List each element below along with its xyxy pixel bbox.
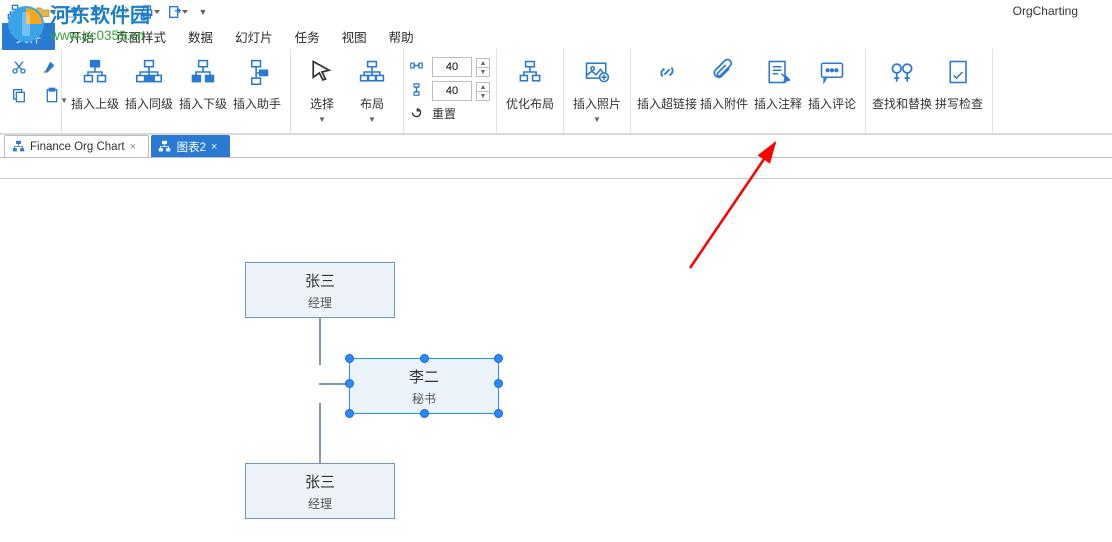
v-spacing-icon [410,83,428,99]
find-replace-button[interactable]: 查找和替换 [872,53,932,111]
insert-child-button[interactable]: 插入下级 [176,53,230,111]
tab-finance-org-chart[interactable]: Finance Org Chart × [4,135,149,157]
org-chart-icon [158,140,172,154]
paste-button[interactable]: ▼ [38,85,66,105]
copy-button[interactable] [8,85,30,105]
layout-button[interactable]: 布局▼ [347,53,397,127]
ribbon-group-clipboard: ▼ [0,49,62,133]
select-button[interactable]: 选择▼ [297,53,347,127]
menu-view[interactable]: 视图 [331,23,378,50]
menu-task[interactable]: 任务 [284,23,331,50]
resize-handle[interactable] [494,409,503,418]
v-spacing-stepper[interactable]: ▲▼ [476,82,490,100]
ribbon-group-insert: 插入上级 插入同级 插入下级 插入助手 [62,49,291,133]
ribbon-group-image: 插入照片▼ [564,49,631,133]
cut-button[interactable] [8,57,30,77]
ribbon-group-optimize: 优化布局 [497,49,564,133]
node-name: 张三 [250,471,390,492]
insert-assistant-button[interactable]: 插入助手 [230,53,284,111]
qat-customize-icon[interactable]: ▼ [192,2,214,22]
qat-save-icon[interactable] [60,2,86,22]
format-painter-button[interactable] [38,57,60,77]
canvas[interactable]: 张三 经理 李二 秘书 张三 经理 [0,158,1112,538]
resize-handle[interactable] [494,379,503,388]
h-spacing-input[interactable] [432,57,472,77]
insert-note-button[interactable]: 插入注释 [751,53,805,111]
ribbon-group-layout: 选择▼ 布局▼ [291,49,404,133]
menu-page-style[interactable]: 页面样式 [105,23,177,50]
menu-data[interactable]: 数据 [177,23,224,50]
org-node-selected[interactable]: 李二 秘书 [349,358,499,414]
insert-comment-button[interactable]: 插入评论 [805,53,859,111]
resize-handle[interactable] [345,409,354,418]
resize-handle[interactable] [420,409,429,418]
qat-org-icon[interactable] [4,2,30,22]
quick-access-toolbar: ▼ OrgCharting [0,0,1112,23]
node-name: 李二 [354,366,494,387]
tab-label: Finance Org Chart [30,141,125,153]
menu-file[interactable]: 文件 [2,23,55,50]
node-role: 经理 [250,294,390,311]
ribbon-group-spacing: ▲▼ ▲▼ 重置 [404,49,497,133]
ribbon-group-tools: 查找和替换 拼写检查 [866,49,993,133]
qat-redo-icon[interactable] [112,2,134,22]
resize-handle[interactable] [494,354,503,363]
qat-print-icon[interactable] [136,2,162,22]
resize-handle[interactable] [345,379,354,388]
menu-slides[interactable]: 幻灯片 [224,23,284,50]
qat-export-icon[interactable] [164,2,190,22]
spell-check-button[interactable]: 拼写检查 [932,53,986,111]
org-node[interactable]: 张三 经理 [245,262,395,318]
tab-chart2[interactable]: 图表2 × [151,135,230,157]
reset-icon [410,106,428,122]
v-spacing-input[interactable] [432,81,472,101]
app-title: OrgCharting [1013,4,1078,18]
insert-hyperlink-button[interactable]: 插入超链接 [637,53,697,111]
qat-undo-icon[interactable] [88,2,110,22]
insert-sibling-button[interactable]: 插入同级 [122,53,176,111]
resize-handle[interactable] [345,354,354,363]
optimize-layout-button[interactable]: 优化布局 [503,53,557,111]
document-tabs: Finance Org Chart × 图表2 × [0,135,1112,158]
menu-bar: 文件 开始 页面样式 数据 幻灯片 任务 视图 帮助 [0,23,1112,49]
insert-parent-button[interactable]: 插入上级 [68,53,122,111]
insert-image-button[interactable]: 插入照片▼ [570,53,624,127]
connector-line [319,403,321,468]
node-role: 经理 [250,495,390,512]
node-role: 秘书 [354,390,494,407]
h-spacing-icon [410,59,428,75]
close-icon[interactable]: × [130,141,142,153]
org-node[interactable]: 张三 经理 [245,463,395,519]
tab-label: 图表2 [177,139,206,155]
h-spacing-stepper[interactable]: ▲▼ [476,58,490,76]
reset-spacing-button[interactable]: 重置 [410,105,456,122]
node-name: 张三 [250,270,390,291]
qat-open-icon[interactable] [32,2,58,22]
org-chart-icon [11,140,25,154]
menu-help[interactable]: 帮助 [378,23,425,50]
insert-attachment-button[interactable]: 插入附件 [697,53,751,111]
connector-line [319,313,321,365]
menu-home[interactable]: 开始 [58,23,105,50]
ribbon-group-references: 插入超链接 插入附件 插入注释 插入评论 [631,49,866,133]
resize-handle[interactable] [420,354,429,363]
ribbon: ▼ 插入上级 插入同级 插入下级 插入助手 选择▼ 布局▼ [0,49,1112,135]
close-icon[interactable]: × [211,141,223,153]
